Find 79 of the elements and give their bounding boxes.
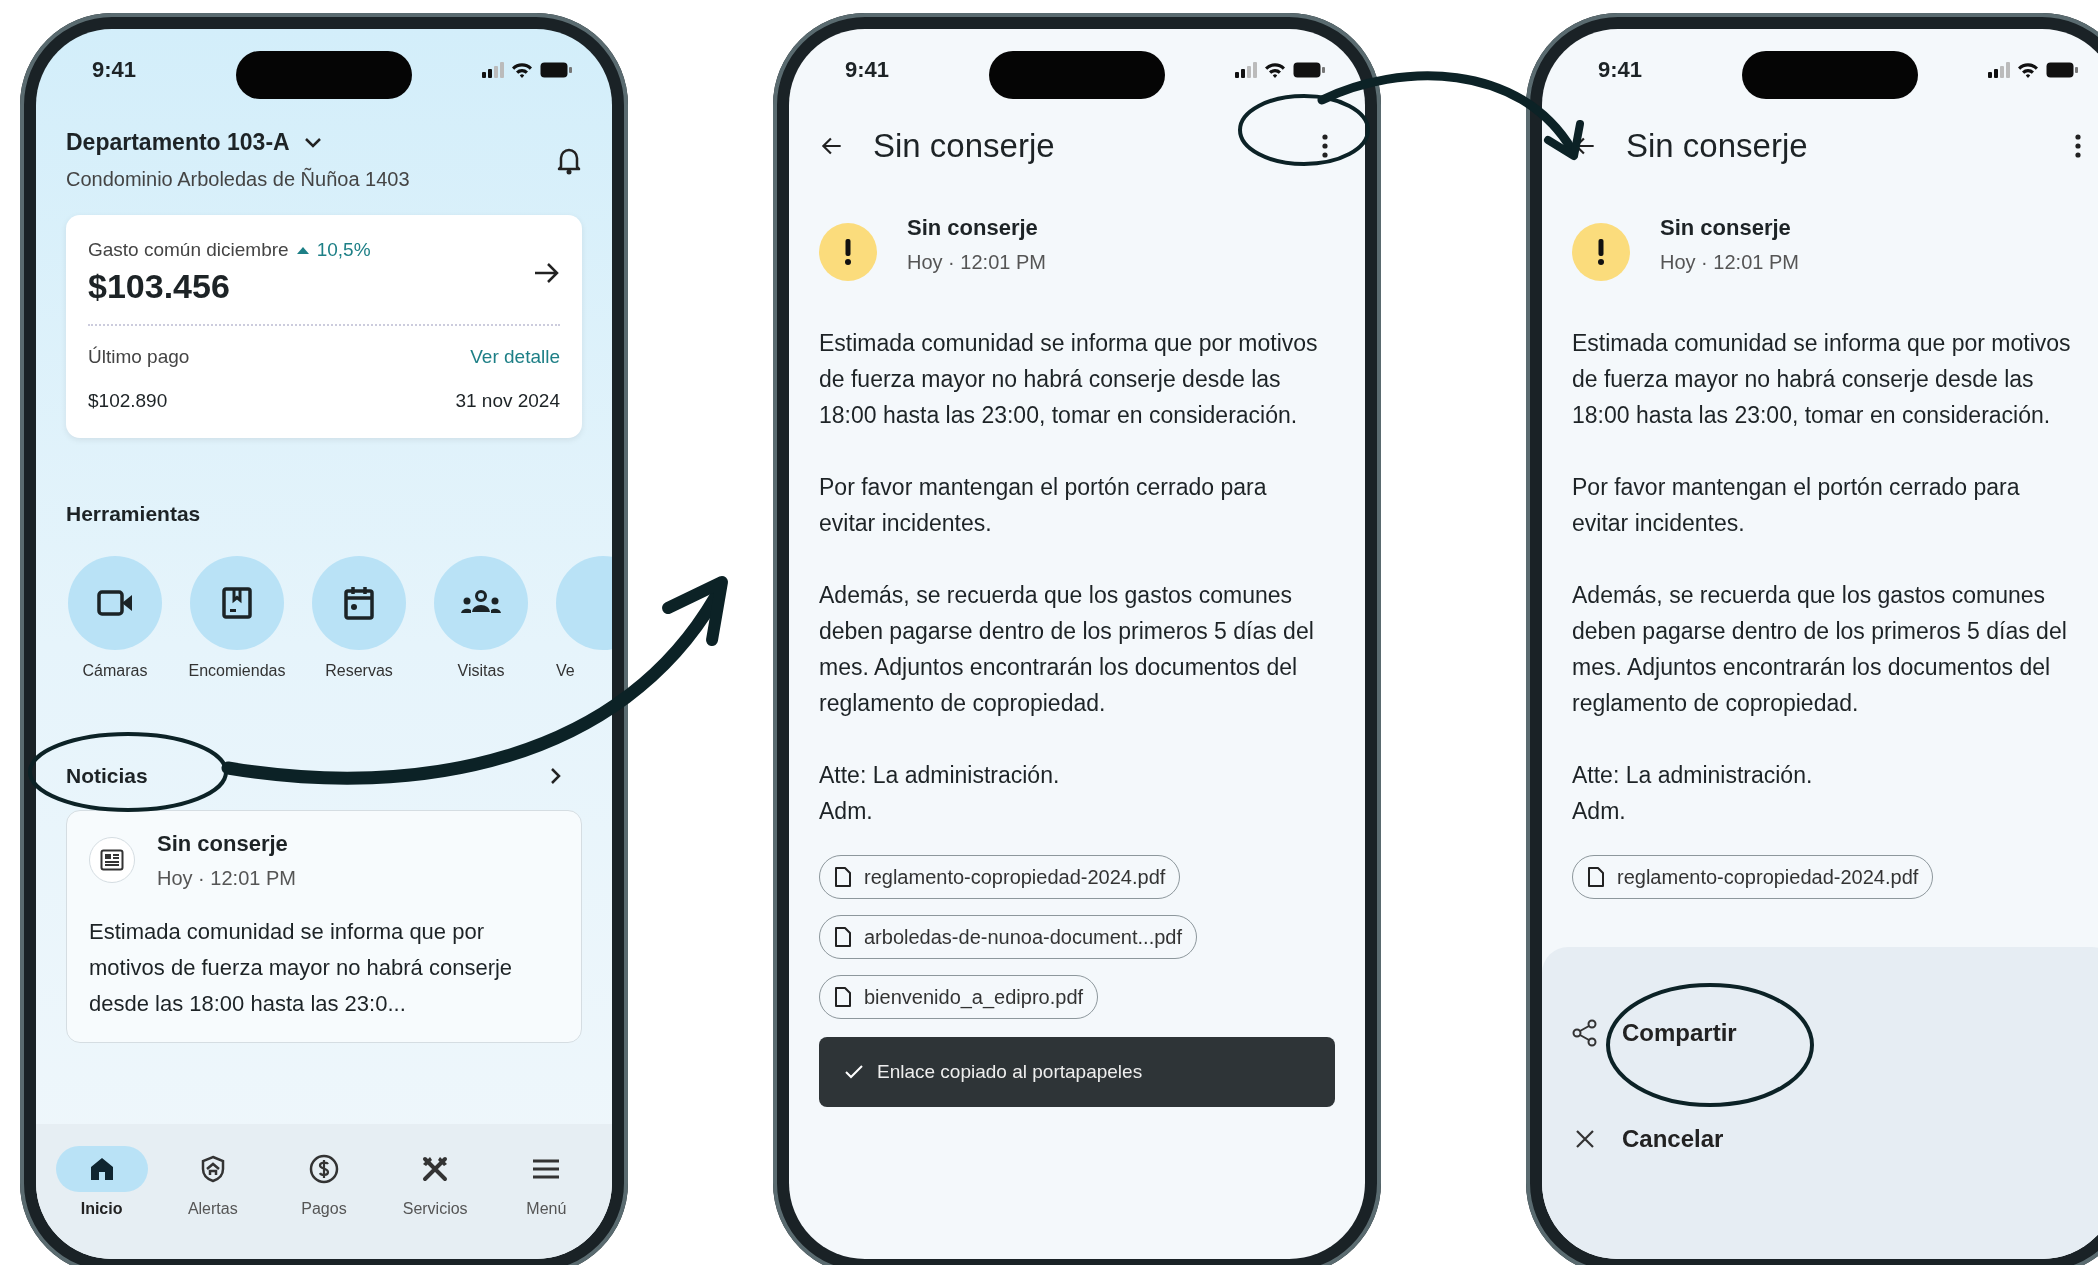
nav-tab[interactable]: Alertas [162, 1146, 263, 1259]
section-title: Noticias [66, 764, 148, 788]
signal-icon [1988, 62, 2010, 78]
tool-label: Encomiendas [188, 662, 286, 680]
last-payment-label: Último pago [88, 346, 190, 368]
battery-icon [540, 62, 572, 78]
signal-icon [1235, 62, 1257, 78]
tool-label: Cámaras [82, 662, 148, 680]
last-payment-date: 31 nov 2024 [455, 390, 560, 412]
sheet-action[interactable]: Compartir [1572, 1005, 1737, 1061]
screen-title: Sin conserje [873, 127, 1056, 165]
battery-icon [2046, 62, 2078, 78]
sheet-action[interactable]: Cancelar [1572, 1111, 1724, 1167]
arrow-right-icon[interactable] [534, 261, 560, 284]
more-options-icon[interactable] [2074, 133, 2082, 159]
file-icon [834, 986, 852, 1008]
tool-label: Visitas [457, 662, 505, 680]
expense-change: 10,5% [316, 239, 371, 261]
screen-title: Sin conserje [1626, 127, 1809, 165]
notice-time: Hoy · 12:01 PM [907, 251, 1046, 274]
notice-time: Hoy · 12:01 PM [1660, 251, 1799, 274]
wifi-icon [511, 62, 533, 78]
tools-icon [421, 1155, 450, 1183]
warning-icon [819, 223, 877, 281]
notice-paragraph: Atte: La administración. Adm. [819, 761, 1061, 826]
newspaper-icon [89, 837, 135, 883]
news-title: Sin conserje [157, 831, 289, 857]
notice-paragraph: Por favor mantengan el portón cerrado para evitar incidentes. [1572, 473, 2021, 538]
unit-selector[interactable]: Departamento 103-A [66, 129, 290, 156]
notice-title: Sin conserje [1660, 215, 1792, 241]
notice-paragraph: Estimada comunidad se informa que por motivos de fuerza mayor no habrá conserje desde las 18:00 hasta las 23:00, tomar en consideración. [819, 329, 1319, 430]
dollar-circle-icon [308, 1154, 339, 1184]
notice-paragraph: Además, se recuerda que los gastos comunes deben pagarse dentro de los primeros 5 días del mes. Adjuntos encontrarán los documentos del reglamento de copropiedad. [819, 581, 1315, 718]
notice-paragraph: Atte: La administración. Adm. [1572, 761, 1814, 826]
status-time: 9:41 [92, 57, 137, 83]
news-card[interactable]: Sin conserje Hoy · 12:01 PM Estimada comunidad se informa que por motivos de fuerza mayor no habrá conserje desde las 18:00 hasta las 23:0... [66, 810, 582, 1043]
battery-icon [1293, 62, 1325, 78]
share-icon [1572, 1019, 1598, 1047]
video-camera-icon [97, 589, 133, 617]
last-payment-amount: $102.890 [88, 390, 168, 412]
home-icon [88, 1156, 115, 1182]
nav-tab[interactable]: Pagos [273, 1146, 374, 1259]
section-title: Herramientas [66, 502, 202, 526]
wifi-icon [2017, 62, 2039, 78]
calendar-icon [344, 586, 374, 620]
file-icon [834, 866, 852, 888]
warning-icon [1572, 223, 1630, 281]
chevron-right-icon[interactable] [550, 767, 562, 785]
status-time: 9:41 [845, 57, 890, 83]
notice-paragraph: Por favor mantengan el portón cerrado para evitar incidentes. [819, 473, 1268, 538]
more-options-icon[interactable] [1321, 133, 1329, 159]
nav-tab[interactable]: Menú [496, 1146, 597, 1259]
wifi-icon [1264, 62, 1286, 78]
check-icon [845, 1065, 863, 1079]
expense-card[interactable]: Gasto común diciembre 10,5% $103.456 Último pago Ver detalle $102.890 31 nov 2024 [66, 215, 582, 438]
news-time: Hoy · 12:01 PM [157, 867, 296, 890]
tool-label: Ve [556, 662, 575, 680]
news-excerpt: Estimada comunidad se informa que por motivos de fuerza mayor no habrá conserje desde las 18:00 hasta las 23:0... [89, 918, 514, 1018]
people-icon [461, 590, 501, 616]
expense-label: Gasto común diciembre [88, 239, 289, 261]
file-icon [834, 926, 852, 948]
nav-tab[interactable]: Inicio [51, 1146, 152, 1259]
package-icon [222, 587, 252, 619]
caret-up-icon [296, 246, 309, 254]
menu-icon [532, 1159, 561, 1179]
signal-icon [482, 62, 504, 78]
condominium-name: Condominio Arboledas de Ñuñoa 1403 [66, 168, 410, 191]
tool-label: Reservas [325, 662, 393, 680]
nav-tab[interactable]: Servicios [385, 1146, 486, 1259]
shield-house-icon [200, 1155, 225, 1183]
file-icon [1587, 866, 1605, 888]
chevron-down-icon[interactable] [303, 136, 322, 149]
snackbar-message: Enlace copiado al portapapeles [877, 1061, 1143, 1083]
status-time: 9:41 [1598, 57, 1643, 83]
view-detail-link[interactable]: Ver detalle [470, 346, 560, 368]
notice-title: Sin conserje [907, 215, 1039, 241]
notice-paragraph: Estimada comunidad se informa que por motivos de fuerza mayor no habrá conserje desde las 18:00 hasta las 23:00, tomar en consideración. [1572, 329, 2072, 430]
expense-amount: $103.456 [88, 267, 231, 306]
notice-paragraph: Además, se recuerda que los gastos comunes deben pagarse dentro de los primeros 5 días del mes. Adjuntos encontrarán los documentos del reglamento de copropiedad. [1572, 581, 2068, 718]
